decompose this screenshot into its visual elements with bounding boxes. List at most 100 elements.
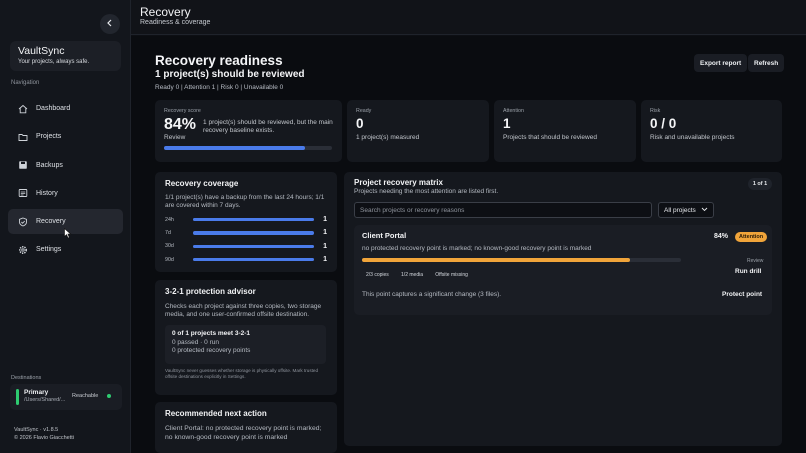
chevron-down-icon xyxy=(701,207,708,214)
coverage-card: Recovery coverage 1/1 project(s) have a … xyxy=(155,172,337,272)
project-row-client-portal[interactable]: Client Portal 84% Attention no protected… xyxy=(354,225,772,315)
risk-description: Risk and unavailable projects xyxy=(650,134,735,141)
chevron-left-icon xyxy=(106,19,114,29)
destination-card[interactable]: Primary /Users/Shared/... Reachable xyxy=(10,384,122,410)
score-status: Review xyxy=(164,134,186,141)
copyright: © 2026 Flavio Giacchetti xyxy=(14,435,74,441)
sidebar-item-backups[interactable]: Backups xyxy=(8,153,123,178)
coverage-bar-fill xyxy=(192,244,315,248)
coverage-bar-fill xyxy=(192,218,315,222)
sidebar-item-label: Settings xyxy=(36,246,62,254)
matrix-title: Project recovery matrix xyxy=(354,178,443,187)
score-progress-fill xyxy=(164,146,306,150)
protection-advisor-card: 3-2-1 protection advisor Checks each pro… xyxy=(155,280,337,395)
coverage-bar-fill xyxy=(192,257,315,262)
project-tags: 2/3 copies 1/2 media Offsite missing xyxy=(366,269,478,278)
readiness-summary: Ready 0 | Attention 1 | Risk 0 | Unavail… xyxy=(155,84,284,91)
score-progress-bar xyxy=(164,146,332,150)
coverage-row-label: 30d xyxy=(165,243,174,250)
readiness-title: Recovery readiness xyxy=(155,53,283,68)
project-note: This point captures a significant change… xyxy=(362,291,502,298)
main-content: Recovery readiness 1 project(s) should b… xyxy=(131,36,806,453)
search-input[interactable]: Search projects or recovery reasons xyxy=(354,202,652,218)
destination-path: /Users/Shared/... xyxy=(24,397,66,403)
run-drill-button[interactable]: Run drill xyxy=(735,268,761,275)
collapse-sidebar-button[interactable] xyxy=(100,14,120,34)
coverage-bar xyxy=(192,231,315,235)
risk-label: Risk xyxy=(650,108,661,114)
status-dot-icon xyxy=(107,394,111,398)
coverage-description: 1/1 project(s) have a backup from the la… xyxy=(165,194,325,209)
project-status: Review xyxy=(747,258,764,264)
matrix-description: Projects needing the most attention are … xyxy=(354,188,499,195)
destinations-heading: Destinations xyxy=(11,375,42,381)
attention-label: Attention xyxy=(503,108,524,114)
filter-value: All projects xyxy=(664,206,696,214)
ready-card: Ready 0 1 project(s) measured xyxy=(347,100,489,162)
coverage-row-value: 1 xyxy=(323,216,327,224)
home-icon xyxy=(18,104,28,114)
sidebar-item-label: Projects xyxy=(36,133,62,141)
protect-point-button[interactable]: Protect point xyxy=(722,291,762,298)
page-indicator: 1 of 1 xyxy=(748,178,772,190)
nav-heading: Navigation xyxy=(11,80,40,86)
coverage-bar xyxy=(192,257,315,262)
mouse-cursor-icon xyxy=(64,227,72,241)
score-value: 84% xyxy=(164,116,197,133)
sidebar-item-label: History xyxy=(36,189,58,197)
attention-description: Projects that should be reviewed xyxy=(503,134,597,141)
advisor-summary-title: 0 of 1 projects meet 3-2-1 xyxy=(172,330,251,337)
shield-check-icon xyxy=(18,217,28,227)
sidebar-item-dashboard[interactable]: Dashboard xyxy=(8,96,123,121)
advisor-summary-line: 0 passed · 0 run xyxy=(172,339,219,346)
advisor-summary-line: 0 protected recovery points xyxy=(172,347,251,354)
destination-name: Primary xyxy=(24,389,49,396)
app-version-info: VaultSync · v1.8.5 © 2026 Flavio Giacche… xyxy=(14,426,74,442)
history-icon xyxy=(18,188,28,198)
advisor-description: Checks each project against three copies… xyxy=(165,303,322,318)
score-description: 1 project(s) should be reviewed, but the… xyxy=(203,119,333,134)
project-name: Client Portal xyxy=(362,231,407,240)
project-reason: no protected recovery point is marked; n… xyxy=(362,245,592,252)
refresh-button[interactable]: Refresh xyxy=(748,54,785,72)
recovery-score-card: Recovery score 84% Review 1 project(s) s… xyxy=(155,100,342,162)
ready-value: 0 xyxy=(356,116,364,131)
export-report-button[interactable]: Export report xyxy=(694,54,748,72)
app-version: VaultSync · v1.8.5 xyxy=(14,427,59,433)
coverage-row-30d: 30d 1 xyxy=(165,240,327,253)
attention-card: Attention 1 Projects that should be revi… xyxy=(494,100,636,162)
project-progress-fill xyxy=(362,258,630,262)
sidebar-item-settings[interactable]: Settings xyxy=(8,237,123,262)
page-title: Recovery xyxy=(140,5,191,19)
gear-icon xyxy=(18,245,28,255)
brand-name: VaultSync xyxy=(18,45,65,57)
project-progress-bar xyxy=(362,258,681,262)
advisor-title: 3-2-1 protection advisor xyxy=(165,287,256,296)
copies-tag: 2/3 copies xyxy=(366,272,389,278)
advisor-note: VaultSync never guesses whether storage … xyxy=(165,368,319,379)
offsite-tag: Offsite missing xyxy=(435,272,468,278)
next-action-title: Recommended next action xyxy=(165,409,267,418)
media-tag: 1/2 media xyxy=(401,272,423,278)
readiness-subtitle: 1 project(s) should be reviewed xyxy=(155,69,305,80)
page-header: Recovery Readiness & coverage xyxy=(131,0,806,35)
risk-value: 0 / 0 xyxy=(650,116,677,131)
coverage-row-label: 90d xyxy=(165,256,174,263)
sidebar-item-label: Recovery xyxy=(36,218,66,226)
coverage-row-value: 1 xyxy=(323,256,327,264)
coverage-row-label: 7d xyxy=(165,229,171,236)
save-icon xyxy=(18,160,28,170)
project-filter-select[interactable]: All projects xyxy=(658,202,714,218)
coverage-row-24h: 24h 1 xyxy=(165,213,327,226)
sidebar: VaultSync Your projects, always safe. Na… xyxy=(0,0,131,453)
next-action-card: Recommended next action Client Portal: n… xyxy=(155,402,337,453)
folder-icon xyxy=(18,132,28,142)
sidebar-item-label: Dashboard xyxy=(36,105,71,112)
coverage-row-value: 1 xyxy=(323,229,327,237)
sidebar-item-history[interactable]: History xyxy=(8,181,123,206)
attention-value: 1 xyxy=(503,116,511,131)
brand-card: VaultSync Your projects, always safe. xyxy=(10,41,121,71)
coverage-bar-fill xyxy=(192,231,315,235)
advisor-summary-box: 0 of 1 projects meet 3-2-1 0 passed · 0 … xyxy=(165,325,326,364)
sidebar-item-projects[interactable]: Projects xyxy=(8,124,123,149)
